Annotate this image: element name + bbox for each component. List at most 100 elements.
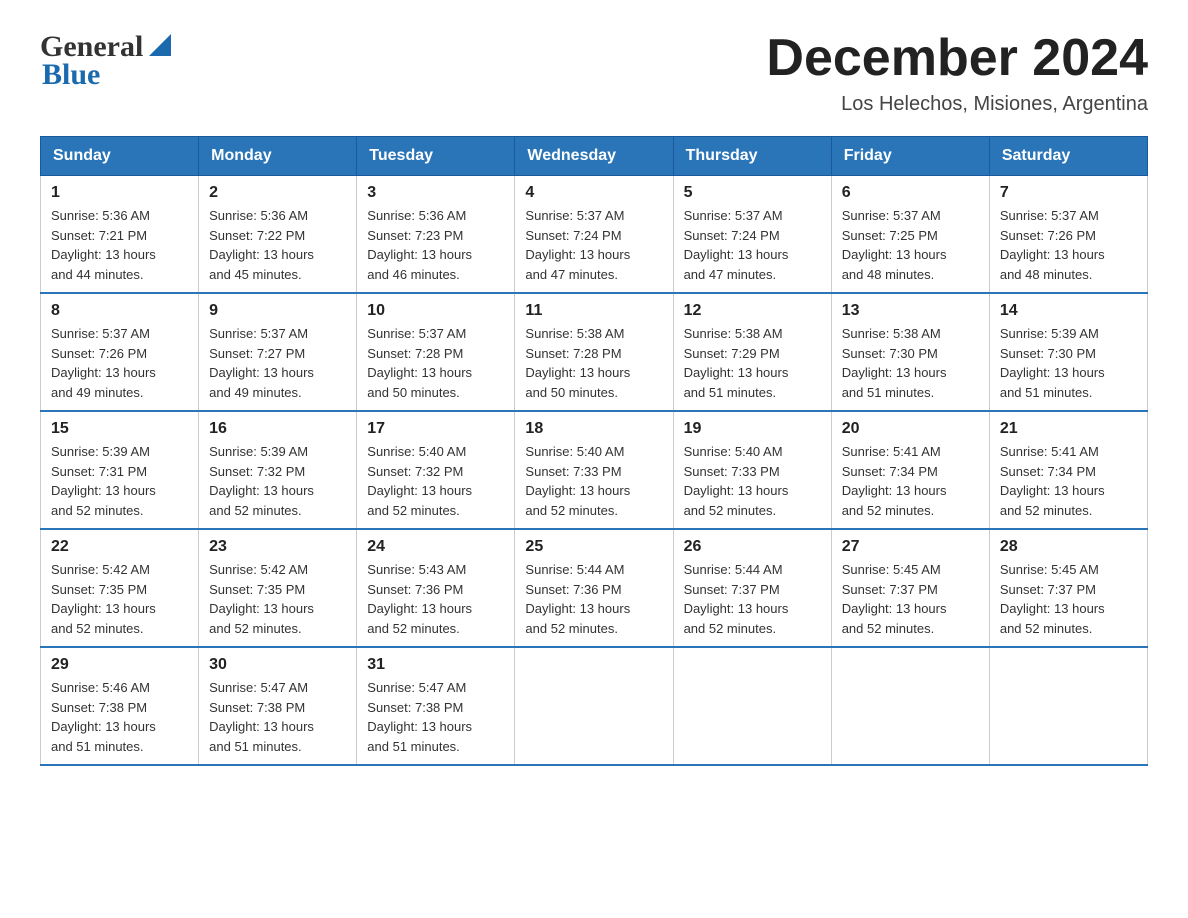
day-number: 30	[209, 656, 346, 674]
calendar-cell: 20 Sunrise: 5:41 AM Sunset: 7:34 PM Dayl…	[831, 411, 989, 529]
calendar-cell: 29 Sunrise: 5:46 AM Sunset: 7:38 PM Dayl…	[41, 647, 199, 765]
title-block: December 2024 Los Helechos, Misiones, Ar…	[766, 30, 1148, 116]
day-number: 19	[684, 420, 821, 438]
day-info: Sunrise: 5:36 AM Sunset: 7:22 PM Dayligh…	[209, 206, 346, 284]
day-number: 8	[51, 302, 188, 320]
day-number: 7	[1000, 184, 1137, 202]
day-number: 2	[209, 184, 346, 202]
day-number: 21	[1000, 420, 1137, 438]
day-number: 4	[525, 184, 662, 202]
calendar-cell: 1 Sunrise: 5:36 AM Sunset: 7:21 PM Dayli…	[41, 176, 199, 294]
day-number: 31	[367, 656, 504, 674]
calendar-cell: 28 Sunrise: 5:45 AM Sunset: 7:37 PM Dayl…	[989, 529, 1147, 647]
calendar-cell: 17 Sunrise: 5:40 AM Sunset: 7:32 PM Dayl…	[357, 411, 515, 529]
calendar-cell: 2 Sunrise: 5:36 AM Sunset: 7:22 PM Dayli…	[199, 176, 357, 294]
day-number: 26	[684, 538, 821, 556]
day-info: Sunrise: 5:40 AM Sunset: 7:33 PM Dayligh…	[525, 442, 662, 520]
day-info: Sunrise: 5:47 AM Sunset: 7:38 PM Dayligh…	[209, 678, 346, 756]
day-number: 15	[51, 420, 188, 438]
day-info: Sunrise: 5:39 AM Sunset: 7:31 PM Dayligh…	[51, 442, 188, 520]
calendar-cell: 25 Sunrise: 5:44 AM Sunset: 7:36 PM Dayl…	[515, 529, 673, 647]
calendar-cell: 4 Sunrise: 5:37 AM Sunset: 7:24 PM Dayli…	[515, 176, 673, 294]
day-number: 29	[51, 656, 188, 674]
day-info: Sunrise: 5:46 AM Sunset: 7:38 PM Dayligh…	[51, 678, 188, 756]
calendar-header-sunday: Sunday	[41, 137, 199, 176]
calendar-cell	[989, 647, 1147, 765]
calendar-cell	[831, 647, 989, 765]
day-number: 17	[367, 420, 504, 438]
day-info: Sunrise: 5:45 AM Sunset: 7:37 PM Dayligh…	[842, 560, 979, 638]
calendar-cell: 10 Sunrise: 5:37 AM Sunset: 7:28 PM Dayl…	[357, 293, 515, 411]
calendar-cell: 19 Sunrise: 5:40 AM Sunset: 7:33 PM Dayl…	[673, 411, 831, 529]
calendar-week-row: 22 Sunrise: 5:42 AM Sunset: 7:35 PM Dayl…	[41, 529, 1148, 647]
day-info: Sunrise: 5:43 AM Sunset: 7:36 PM Dayligh…	[367, 560, 504, 638]
day-number: 14	[1000, 302, 1137, 320]
day-number: 24	[367, 538, 504, 556]
calendar-week-row: 1 Sunrise: 5:36 AM Sunset: 7:21 PM Dayli…	[41, 176, 1148, 294]
calendar-cell: 21 Sunrise: 5:41 AM Sunset: 7:34 PM Dayl…	[989, 411, 1147, 529]
day-number: 18	[525, 420, 662, 438]
calendar-header-saturday: Saturday	[989, 137, 1147, 176]
day-info: Sunrise: 5:37 AM Sunset: 7:27 PM Dayligh…	[209, 324, 346, 402]
calendar-cell: 18 Sunrise: 5:40 AM Sunset: 7:33 PM Dayl…	[515, 411, 673, 529]
day-info: Sunrise: 5:47 AM Sunset: 7:38 PM Dayligh…	[367, 678, 504, 756]
day-info: Sunrise: 5:40 AM Sunset: 7:33 PM Dayligh…	[684, 442, 821, 520]
calendar-cell: 9 Sunrise: 5:37 AM Sunset: 7:27 PM Dayli…	[199, 293, 357, 411]
day-info: Sunrise: 5:45 AM Sunset: 7:37 PM Dayligh…	[1000, 560, 1137, 638]
day-info: Sunrise: 5:39 AM Sunset: 7:30 PM Dayligh…	[1000, 324, 1137, 402]
calendar-cell: 24 Sunrise: 5:43 AM Sunset: 7:36 PM Dayl…	[357, 529, 515, 647]
day-info: Sunrise: 5:36 AM Sunset: 7:21 PM Dayligh…	[51, 206, 188, 284]
calendar-cell: 23 Sunrise: 5:42 AM Sunset: 7:35 PM Dayl…	[199, 529, 357, 647]
page-header: General Blue December 2024 Los Helechos,…	[40, 30, 1148, 116]
calendar-cell: 27 Sunrise: 5:45 AM Sunset: 7:37 PM Dayl…	[831, 529, 989, 647]
logo: General Blue	[40, 30, 171, 92]
calendar-table: SundayMondayTuesdayWednesdayThursdayFrid…	[40, 136, 1148, 766]
calendar-cell: 5 Sunrise: 5:37 AM Sunset: 7:24 PM Dayli…	[673, 176, 831, 294]
day-info: Sunrise: 5:38 AM Sunset: 7:30 PM Dayligh…	[842, 324, 979, 402]
day-info: Sunrise: 5:37 AM Sunset: 7:28 PM Dayligh…	[367, 324, 504, 402]
day-info: Sunrise: 5:42 AM Sunset: 7:35 PM Dayligh…	[209, 560, 346, 638]
day-info: Sunrise: 5:41 AM Sunset: 7:34 PM Dayligh…	[842, 442, 979, 520]
day-info: Sunrise: 5:37 AM Sunset: 7:24 PM Dayligh…	[525, 206, 662, 284]
day-number: 13	[842, 302, 979, 320]
day-info: Sunrise: 5:41 AM Sunset: 7:34 PM Dayligh…	[1000, 442, 1137, 520]
day-number: 6	[842, 184, 979, 202]
calendar-cell	[673, 647, 831, 765]
calendar-cell: 14 Sunrise: 5:39 AM Sunset: 7:30 PM Dayl…	[989, 293, 1147, 411]
day-number: 3	[367, 184, 504, 202]
day-number: 12	[684, 302, 821, 320]
day-number: 27	[842, 538, 979, 556]
calendar-cell: 31 Sunrise: 5:47 AM Sunset: 7:38 PM Dayl…	[357, 647, 515, 765]
day-number: 11	[525, 302, 662, 320]
calendar-cell: 22 Sunrise: 5:42 AM Sunset: 7:35 PM Dayl…	[41, 529, 199, 647]
day-info: Sunrise: 5:42 AM Sunset: 7:35 PM Dayligh…	[51, 560, 188, 638]
calendar-header-monday: Monday	[199, 137, 357, 176]
day-number: 5	[684, 184, 821, 202]
calendar-cell: 12 Sunrise: 5:38 AM Sunset: 7:29 PM Dayl…	[673, 293, 831, 411]
calendar-cell: 7 Sunrise: 5:37 AM Sunset: 7:26 PM Dayli…	[989, 176, 1147, 294]
calendar-cell: 30 Sunrise: 5:47 AM Sunset: 7:38 PM Dayl…	[199, 647, 357, 765]
day-number: 9	[209, 302, 346, 320]
calendar-cell: 6 Sunrise: 5:37 AM Sunset: 7:25 PM Dayli…	[831, 176, 989, 294]
day-info: Sunrise: 5:37 AM Sunset: 7:26 PM Dayligh…	[51, 324, 188, 402]
day-info: Sunrise: 5:44 AM Sunset: 7:37 PM Dayligh…	[684, 560, 821, 638]
calendar-week-row: 8 Sunrise: 5:37 AM Sunset: 7:26 PM Dayli…	[41, 293, 1148, 411]
day-info: Sunrise: 5:37 AM Sunset: 7:25 PM Dayligh…	[842, 206, 979, 284]
calendar-header-row: SundayMondayTuesdayWednesdayThursdayFrid…	[41, 137, 1148, 176]
day-number: 20	[842, 420, 979, 438]
calendar-cell	[515, 647, 673, 765]
logo-blue-text: Blue	[40, 58, 100, 92]
calendar-header-friday: Friday	[831, 137, 989, 176]
calendar-cell: 16 Sunrise: 5:39 AM Sunset: 7:32 PM Dayl…	[199, 411, 357, 529]
day-number: 25	[525, 538, 662, 556]
day-info: Sunrise: 5:37 AM Sunset: 7:24 PM Dayligh…	[684, 206, 821, 284]
calendar-header-wednesday: Wednesday	[515, 137, 673, 176]
day-info: Sunrise: 5:37 AM Sunset: 7:26 PM Dayligh…	[1000, 206, 1137, 284]
day-info: Sunrise: 5:40 AM Sunset: 7:32 PM Dayligh…	[367, 442, 504, 520]
day-number: 16	[209, 420, 346, 438]
calendar-cell: 13 Sunrise: 5:38 AM Sunset: 7:30 PM Dayl…	[831, 293, 989, 411]
day-info: Sunrise: 5:44 AM Sunset: 7:36 PM Dayligh…	[525, 560, 662, 638]
day-number: 1	[51, 184, 188, 202]
day-number: 10	[367, 302, 504, 320]
logo-triangle-icon	[149, 34, 171, 61]
